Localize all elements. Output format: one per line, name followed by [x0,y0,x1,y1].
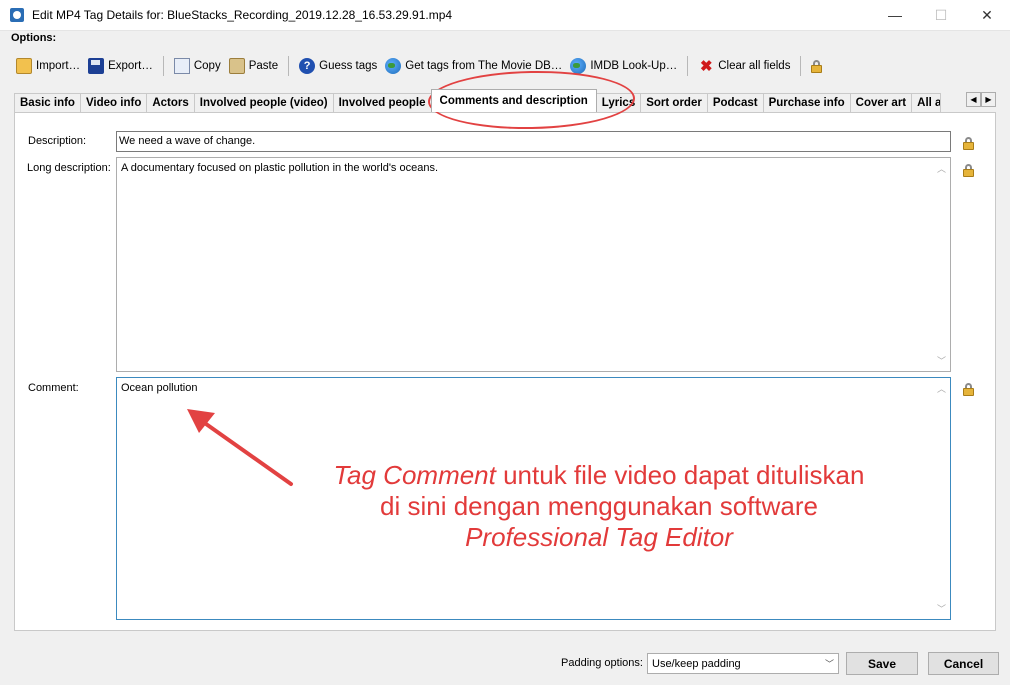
globe-icon [570,58,587,74]
imdb-label: IMDB Look-Up… [590,60,678,72]
guess-tags-button[interactable]: ? Guess tags [295,55,381,77]
folder-open-icon [16,58,32,74]
long-description-text: A documentary focused on plastic polluti… [121,162,439,174]
callout-line-1: Tag Comment untuk file video dapat ditul… [300,460,898,491]
cancel-button[interactable]: Cancel [928,652,999,675]
import-button[interactable]: Import… [12,55,84,77]
toolbar-separator [288,56,290,76]
scroll-down-icon[interactable]: ﹀ [937,354,946,367]
comment-lock-button[interactable] [963,383,975,399]
callout-italic-1: Tag Comment [333,460,496,490]
annotation-arrow [187,409,293,486]
import-label: Import… [36,60,81,72]
clear-all-label: Clear all fields [718,60,791,72]
long-description-scrollbar[interactable]: ︿ ﹀ [934,159,949,370]
toolbar-separator [162,56,164,76]
comment-text: Ocean pollution [121,382,198,394]
save-disk-icon [88,58,105,74]
lock-all-button[interactable] [807,55,827,77]
copy-label: Copy [193,60,221,72]
window-title: Edit MP4 Tag Details for: BlueStacks_Rec… [32,8,453,22]
padding-options-value: Use/keep padding [652,657,741,670]
question-icon: ? [299,58,316,74]
tab-podcast[interactable]: Podcast [706,93,764,112]
tab-purchase-info[interactable]: Purchase info [762,93,851,112]
lock-icon [811,59,823,73]
scroll-up-icon[interactable]: ︿ [937,162,946,175]
callout-line-2: di sini dengan menggunakan software [380,491,818,521]
comments-description-panel: Description: We need a wave of change. L… [14,112,996,631]
lock-icon [963,164,975,177]
tab-scroll-buttons: ◀ ▶ [966,92,996,107]
copy-button[interactable]: Copy [170,55,225,77]
tab-video-info[interactable]: Video info [79,93,148,112]
lock-icon [963,137,975,150]
paste-clipboard-icon [228,58,245,74]
app-icon [10,8,24,22]
scroll-up-icon[interactable]: ︿ [937,382,946,395]
comment-scrollbar[interactable]: ︿ ﹀ [934,379,949,618]
long-description-label: Long description: [27,162,111,174]
options-label: Options: [11,32,57,44]
toolbar-separator [800,56,802,76]
clear-all-button[interactable]: ✖ Clear all fields [694,55,794,77]
tab-actors[interactable]: Actors [146,93,195,112]
maximize-button[interactable]: ☐ [918,0,964,31]
annotation-callout: Tag Comment untuk file video dapat ditul… [300,460,898,553]
tab-comments-and-description[interactable]: Comments and description [430,89,597,112]
description-field[interactable]: We need a wave of change. [116,131,951,152]
callout-italic-3: Professional Tag Editor [465,522,733,552]
globe-icon [385,58,402,74]
tab-sort-order[interactable]: Sort order [640,93,708,112]
tab-scroll-left-icon[interactable]: ◀ [966,92,981,107]
export-label: Export… [108,60,153,72]
copy-icon [173,58,190,74]
tab-all[interactable]: All a [911,93,942,112]
toolbar: Import… Export… Copy Paste ? Guess tags … [12,54,827,78]
tab-basic-info[interactable]: Basic info [14,93,81,112]
comment-label: Comment: [28,382,79,394]
paste-button[interactable]: Paste [225,55,282,77]
lock-icon [963,383,975,396]
paste-label: Paste [248,60,279,72]
minimize-button[interactable]: — [872,0,918,31]
long-description-field[interactable]: A documentary focused on plastic polluti… [116,157,951,372]
callout-line-3: Professional Tag Editor [300,522,898,553]
chevron-down-icon: ﹀ [824,659,834,669]
long-description-lock-button[interactable] [963,164,975,180]
description-label: Description: [28,135,87,147]
guess-tags-label: Guess tags [319,60,378,72]
padding-options-label: Padding options: [561,657,643,669]
scroll-down-icon[interactable]: ﹀ [937,602,946,615]
tab-involved-people[interactable]: Involved people [332,93,432,112]
tab-strip: Basic info Video info Actors Involved pe… [14,89,942,112]
close-button[interactable]: ✕ [964,0,1010,31]
tab-involved-people-video[interactable]: Involved people (video) [193,93,334,112]
tab-cover-art[interactable]: Cover art [849,93,913,112]
description-lock-button[interactable] [963,137,975,153]
export-button[interactable]: Export… [84,55,157,77]
toolbar-separator [687,56,689,76]
red-x-icon: ✖ [699,58,713,75]
save-button[interactable]: Save [846,652,918,675]
padding-options-select[interactable]: Use/keep padding ﹀ [647,653,839,674]
callout-text-1: untuk file video dapat dituliskan [495,460,865,490]
tab-scroll-right-icon[interactable]: ▶ [981,92,996,107]
title-bar: Edit MP4 Tag Details for: BlueStacks_Rec… [0,0,1010,31]
